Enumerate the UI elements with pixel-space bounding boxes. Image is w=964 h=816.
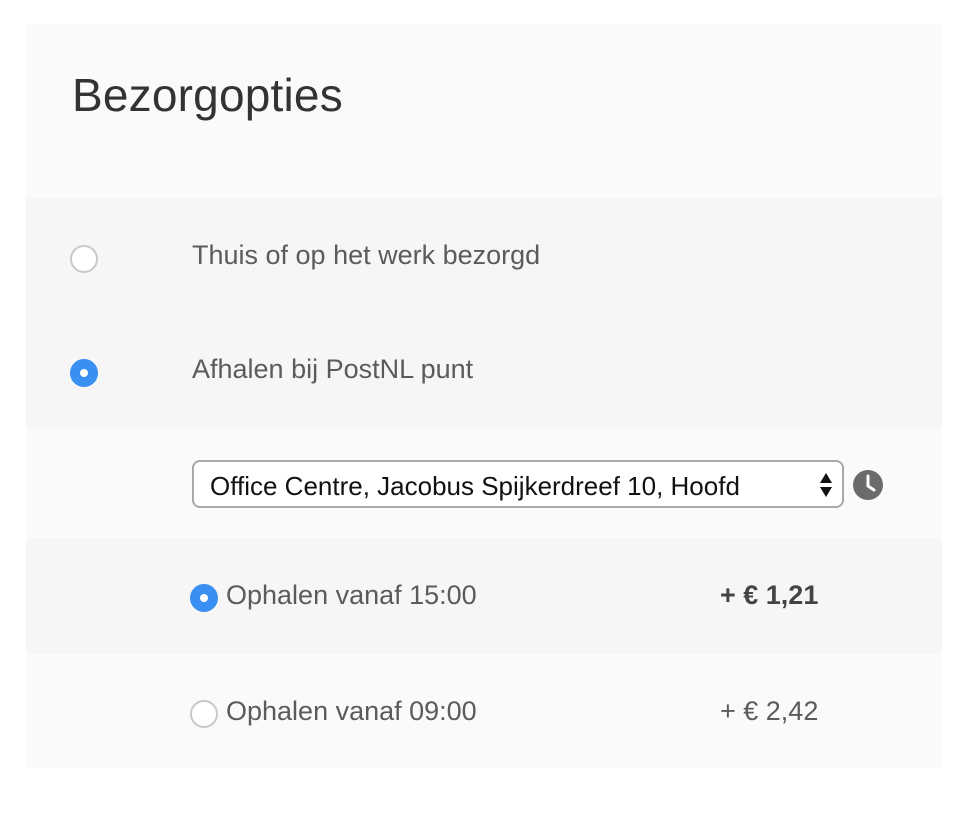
pickup-time-1500-radio[interactable]: [190, 584, 218, 612]
postnl-pickup-radio[interactable]: [70, 359, 98, 387]
delivery-method-group: Thuis of op het werk bezorgd Afhalen bij…: [26, 198, 942, 428]
option-postnl-pickup[interactable]: Afhalen bij PostNL punt: [26, 314, 942, 428]
postnl-pickup-label: Afhalen bij PostNL punt: [192, 354, 474, 384]
pickup-location-value: Office Centre, Jacobus Spijkerdreef 10, …: [210, 471, 740, 501]
select-arrows-icon: [820, 473, 832, 497]
pickup-time-1500-label: Ophalen vanaf 15:00: [226, 580, 477, 610]
delivery-options-panel: Bezorgopties Thuis of op het werk bezorg…: [26, 24, 942, 768]
pickup-time-option-0900[interactable]: Ophalen vanaf 09:00 + € 2,42: [26, 654, 942, 768]
page-title: Bezorgopties: [72, 69, 343, 121]
pickup-time-0900-label: Ophalen vanaf 09:00: [226, 696, 477, 726]
option-home-delivery[interactable]: Thuis of op het werk bezorgd: [26, 198, 942, 314]
pickup-time-0900-price: + € 2,42: [720, 696, 819, 726]
pickup-location-select[interactable]: Office Centre, Jacobus Spijkerdreef 10, …: [192, 460, 844, 508]
home-delivery-label: Thuis of op het werk bezorgd: [192, 240, 541, 270]
clock-icon[interactable]: [852, 469, 884, 501]
pickup-time-1500-price: + € 1,21: [720, 580, 819, 610]
pickup-time-0900-radio[interactable]: [190, 700, 218, 728]
pickup-time-option-1500[interactable]: Ophalen vanaf 15:00 + € 1,21: [26, 538, 942, 654]
home-delivery-radio[interactable]: [70, 245, 98, 273]
